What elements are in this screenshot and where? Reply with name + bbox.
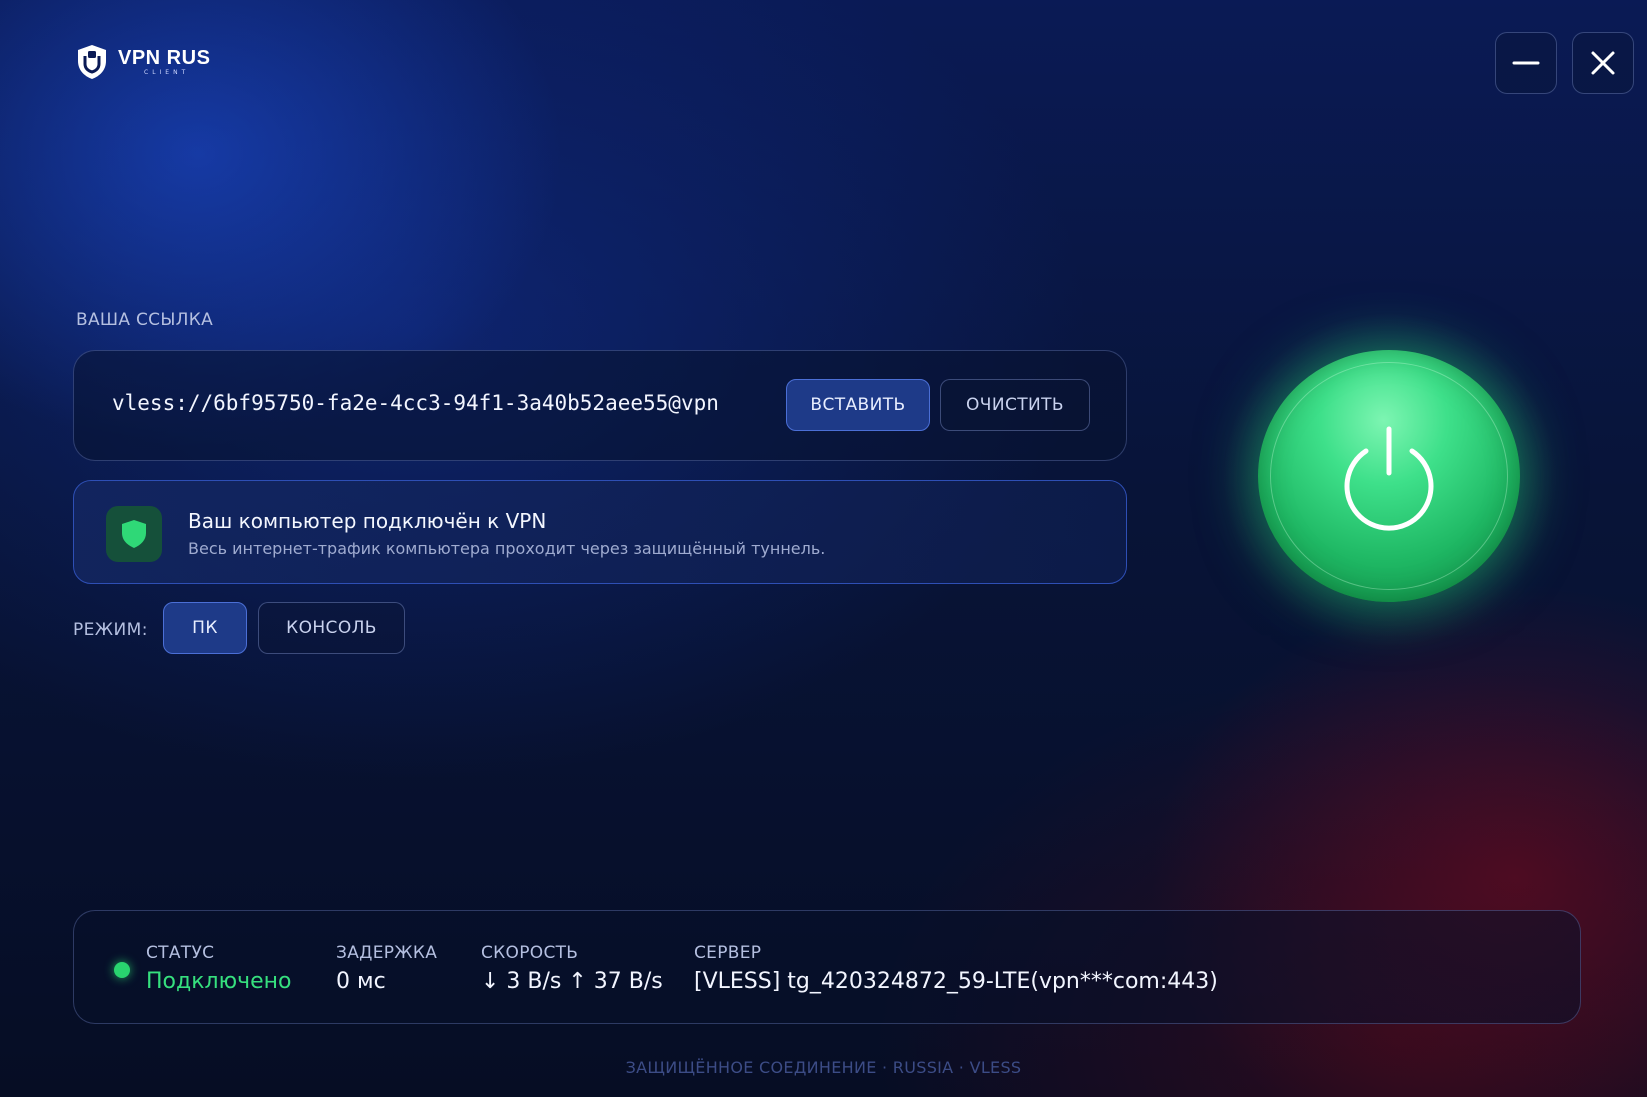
- shield-icon: [122, 520, 146, 548]
- close-icon: [1591, 51, 1615, 75]
- status-value: Подключено: [146, 969, 292, 994]
- status-bar: СТАТУС Подключено ЗАДЕРЖКА 0 мс СКОРОСТЬ…: [73, 910, 1581, 1024]
- server-label: СЕРВЕР: [694, 943, 762, 963]
- latency-stat: ЗАДЕРЖКА 0 мс: [336, 943, 437, 994]
- paste-button[interactable]: ВСТАВИТЬ: [786, 379, 930, 431]
- close-button[interactable]: [1572, 32, 1634, 94]
- mode-label: РЕЖИМ:: [73, 620, 148, 640]
- status-indicator-dot: [114, 962, 130, 978]
- server-value: [VLESS] tg_420324872_59-LTE(vpn***com:44…: [694, 969, 1218, 994]
- notice-title: Ваш компьютер подключён к VPN: [188, 509, 547, 533]
- link-panel: vless://6bf95750-fa2e-4cc3-94f1-3a40b52a…: [73, 350, 1127, 461]
- speed-value: ↓ 3 B/s ↑ 37 B/s: [481, 969, 663, 994]
- app-logo: VPN RUS CLIENT: [72, 42, 210, 82]
- power-button[interactable]: [1258, 350, 1520, 602]
- notice-description: Весь интернет-трафик компьютера проходит…: [188, 539, 826, 558]
- mode-pc-button[interactable]: ПК: [163, 602, 247, 654]
- link-input[interactable]: vless://6bf95750-fa2e-4cc3-94f1-3a40b52a…: [112, 391, 767, 415]
- notice-badge: [106, 506, 162, 562]
- minimize-icon: [1512, 61, 1540, 65]
- status-stat: СТАТУС Подключено: [146, 943, 291, 994]
- connection-notice: Ваш компьютер подключён к VPN Весь интер…: [73, 480, 1127, 584]
- logo-subtitle: CLIENT: [144, 69, 190, 76]
- logo-name: VPN RUS: [118, 47, 211, 69]
- logo-shield-icon: [78, 45, 106, 79]
- clear-button[interactable]: ОЧИСТИТЬ: [940, 379, 1090, 431]
- status-label: СТАТУС: [146, 943, 215, 963]
- server-stat: СЕРВЕР [VLESS] tg_420324872_59-LTE(vpn**…: [694, 943, 1218, 994]
- latency-label: ЗАДЕРЖКА: [336, 943, 438, 963]
- mode-console-button[interactable]: КОНСОЛЬ: [258, 602, 405, 654]
- footer-text: ЗАЩИЩЁННОЕ СОЕДИНЕНИЕ · RUSSIA · VLESS: [625, 1058, 1022, 1077]
- speed-label: СКОРОСТЬ: [481, 943, 579, 963]
- speed-stat: СКОРОСТЬ ↓ 3 B/s ↑ 37 B/s: [481, 943, 663, 994]
- link-section-label: ВАША ССЫЛКА: [76, 310, 214, 330]
- minimize-button[interactable]: [1495, 32, 1557, 94]
- power-ring: [1270, 362, 1508, 590]
- latency-value: 0 мс: [336, 969, 386, 994]
